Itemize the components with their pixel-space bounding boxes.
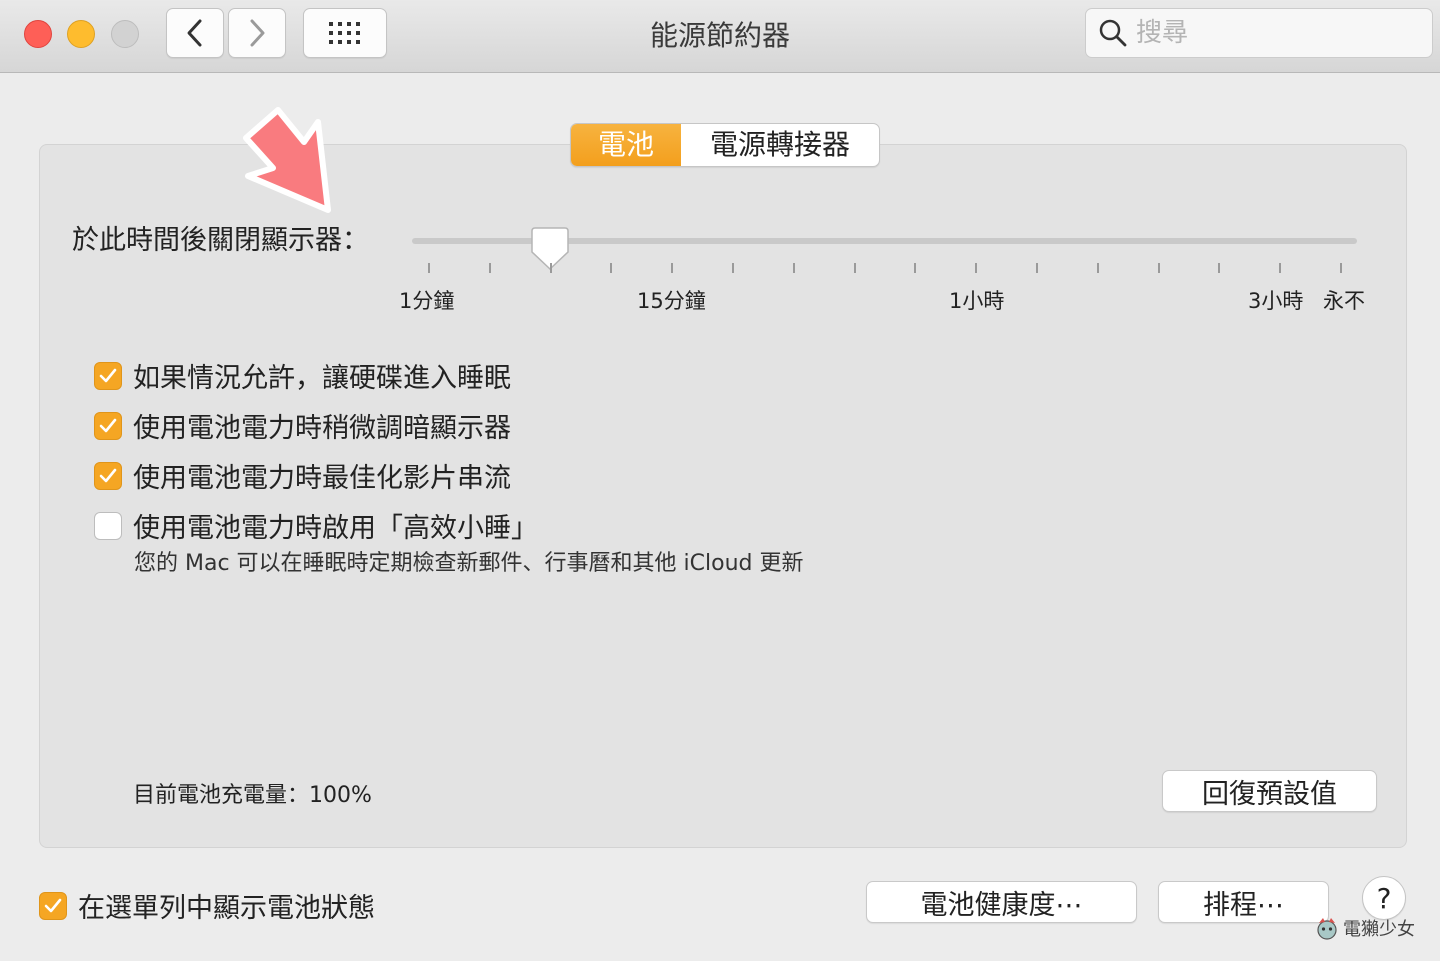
option-optimize-video[interactable]: 使用電池電力時最佳化影片串流	[94, 456, 511, 495]
slider-tick	[1158, 263, 1160, 273]
slider-tick	[671, 263, 673, 273]
tick-label-never: 永不	[1323, 289, 1365, 313]
slider-tick	[914, 263, 916, 273]
show-battery-in-menubar[interactable]: 在選單列中顯示電池狀態	[39, 886, 375, 925]
slider-tick	[489, 263, 491, 273]
mascot-logo-icon	[1317, 918, 1337, 940]
schedule-button[interactable]: 排程⋯	[1158, 881, 1329, 923]
window-title: 能源節約器	[649, 19, 790, 52]
slider-tick	[1036, 263, 1038, 273]
option-label: 使用電池電力時最佳化影片串流	[133, 463, 511, 494]
tick-label-1min: 1分鐘	[399, 289, 455, 313]
slider-tick	[1279, 263, 1281, 273]
slider-tick	[1340, 263, 1342, 273]
option-hard-disk-sleep[interactable]: 如果情況允許，讓硬碟進入睡眠	[94, 356, 511, 395]
checkmark-icon	[44, 898, 62, 912]
checkmark-icon	[99, 468, 117, 482]
option-dim-display[interactable]: 使用電池電力時稍微調暗顯示器	[94, 406, 511, 445]
slider-tick	[793, 263, 795, 273]
tab-power-adapter[interactable]: 電源轉接器	[681, 124, 879, 166]
tick-label-1hour: 1小時	[949, 289, 1005, 313]
watermark-text: 電獺少女	[1343, 919, 1415, 940]
checkbox[interactable]	[94, 461, 122, 490]
power-nap-description: 您的 Mac 可以在睡眠時定期檢查新郵件、行事曆和其他 iCloud 更新	[134, 551, 804, 576]
checkmark-icon	[99, 418, 117, 432]
slider-tick	[975, 263, 977, 273]
window-toolbar: 能源節約器	[0, 0, 1440, 73]
slider-tick	[854, 263, 856, 273]
chevron-left-icon	[187, 19, 202, 47]
search-input[interactable]	[1134, 17, 1418, 49]
slider-tick	[610, 263, 612, 273]
slider-tick	[1218, 263, 1220, 273]
checkbox[interactable]	[94, 411, 122, 440]
help-button[interactable]: ?	[1362, 876, 1406, 920]
checkmark-icon	[99, 368, 117, 382]
tick-label-15min: 15分鐘	[637, 289, 706, 313]
forward-button[interactable]	[228, 8, 286, 58]
option-label: 在選單列中顯示電池狀態	[78, 893, 375, 924]
slider-tick	[550, 263, 552, 273]
zoom-window-button[interactable]	[111, 20, 139, 48]
slider-tick	[428, 263, 430, 273]
display-sleep-label: 於此時間後關閉顯示器：	[72, 225, 369, 256]
battery-charge-status: 目前電池充電量：100%	[133, 783, 372, 808]
watermark: 電獺少女	[1314, 915, 1415, 941]
restore-defaults-button[interactable]: 回復預設值	[1162, 770, 1377, 812]
magnifier-icon	[1099, 19, 1127, 47]
minimize-window-button[interactable]	[67, 20, 95, 48]
chevron-right-icon	[250, 19, 265, 47]
slider-tick	[732, 263, 734, 273]
checkbox[interactable]	[94, 361, 122, 390]
option-label: 使用電池電力時啟用「高效小睡」	[133, 513, 538, 544]
tick-label-3hours: 3小時	[1248, 289, 1304, 313]
checkbox[interactable]	[39, 891, 67, 920]
option-power-nap[interactable]: 使用電池電力時啟用「高效小睡」	[94, 506, 538, 545]
search-field[interactable]	[1085, 8, 1433, 58]
option-label: 如果情況允許，讓硬碟進入睡眠	[133, 363, 511, 394]
source-tab-control: 電池 電源轉接器	[570, 123, 880, 167]
battery-health-button[interactable]: 電池健康度⋯	[866, 881, 1137, 923]
grid-icon	[329, 22, 360, 44]
back-button[interactable]	[166, 8, 224, 58]
slider-tick	[1097, 263, 1099, 273]
option-label: 使用電池電力時稍微調暗顯示器	[133, 413, 511, 444]
annotation-arrow-icon	[243, 107, 331, 213]
close-window-button[interactable]	[24, 20, 52, 48]
tab-battery[interactable]: 電池	[571, 124, 681, 166]
checkbox[interactable]	[94, 511, 122, 540]
show-all-button[interactable]	[303, 8, 387, 58]
